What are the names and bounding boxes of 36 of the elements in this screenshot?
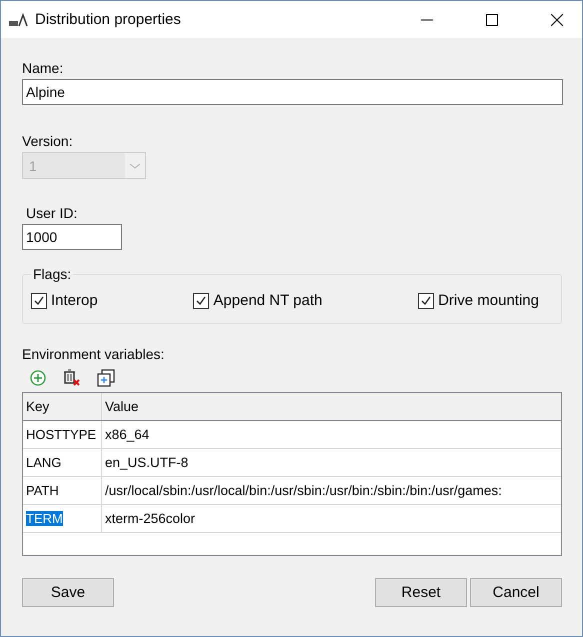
flag-checkbox[interactable]: Interop [31, 292, 98, 309]
window-title: Distribution properties [35, 11, 182, 28]
user-id-label: User ID: [26, 205, 78, 221]
version-label: Version: [22, 133, 74, 149]
checkmark-icon [420, 294, 432, 306]
environment-label: Environment variables: [22, 346, 166, 362]
key-cell[interactable]: TERM [26, 511, 63, 526]
flag-checkbox[interactable]: Append NT path [193, 292, 322, 309]
checkmark-icon [33, 294, 45, 306]
checkmark-icon [195, 294, 208, 306]
key-cell[interactable]: LANG [26, 455, 62, 470]
user-id-field[interactable]: 1000 [22, 224, 122, 250]
dialog-button[interactable]: Save [22, 578, 114, 607]
checkbox[interactable] [193, 292, 210, 308]
value-cell[interactable]: xterm-256color [102, 505, 561, 532]
checkbox[interactable] [31, 292, 47, 308]
duplicate-icon[interactable] [96, 368, 116, 388]
close-icon [551, 14, 563, 26]
value-cell[interactable]: /usr/local/sbin:/usr/local/bin:/usr/sbin:/usr/bin:/sbin:/bin:/usr/games: [102, 477, 561, 504]
app-icon [9, 12, 29, 26]
key-cell[interactable]: HOSTTYPE [26, 427, 96, 442]
name-label: Name: [22, 60, 64, 76]
value-cell[interactable]: x86_64 [102, 421, 561, 448]
column-header[interactable]: Key [23, 393, 102, 420]
delete-icon[interactable] [62, 368, 82, 388]
value-cell[interactable]: en_US.UTF-8 [102, 449, 561, 476]
name-field[interactable]: Alpine [22, 79, 563, 105]
key-cell[interactable]: PATH [26, 483, 59, 498]
dialog-button[interactable]: Reset [375, 578, 467, 607]
maximize-icon [486, 14, 498, 26]
column-header[interactable]: Value [102, 393, 561, 420]
checkbox[interactable] [418, 292, 434, 308]
flag-checkbox[interactable]: Drive mounting [418, 292, 539, 309]
flags-title: Flags: [32, 266, 72, 282]
add-icon[interactable] [28, 368, 48, 388]
dialog-button[interactable]: Cancel [470, 578, 562, 607]
